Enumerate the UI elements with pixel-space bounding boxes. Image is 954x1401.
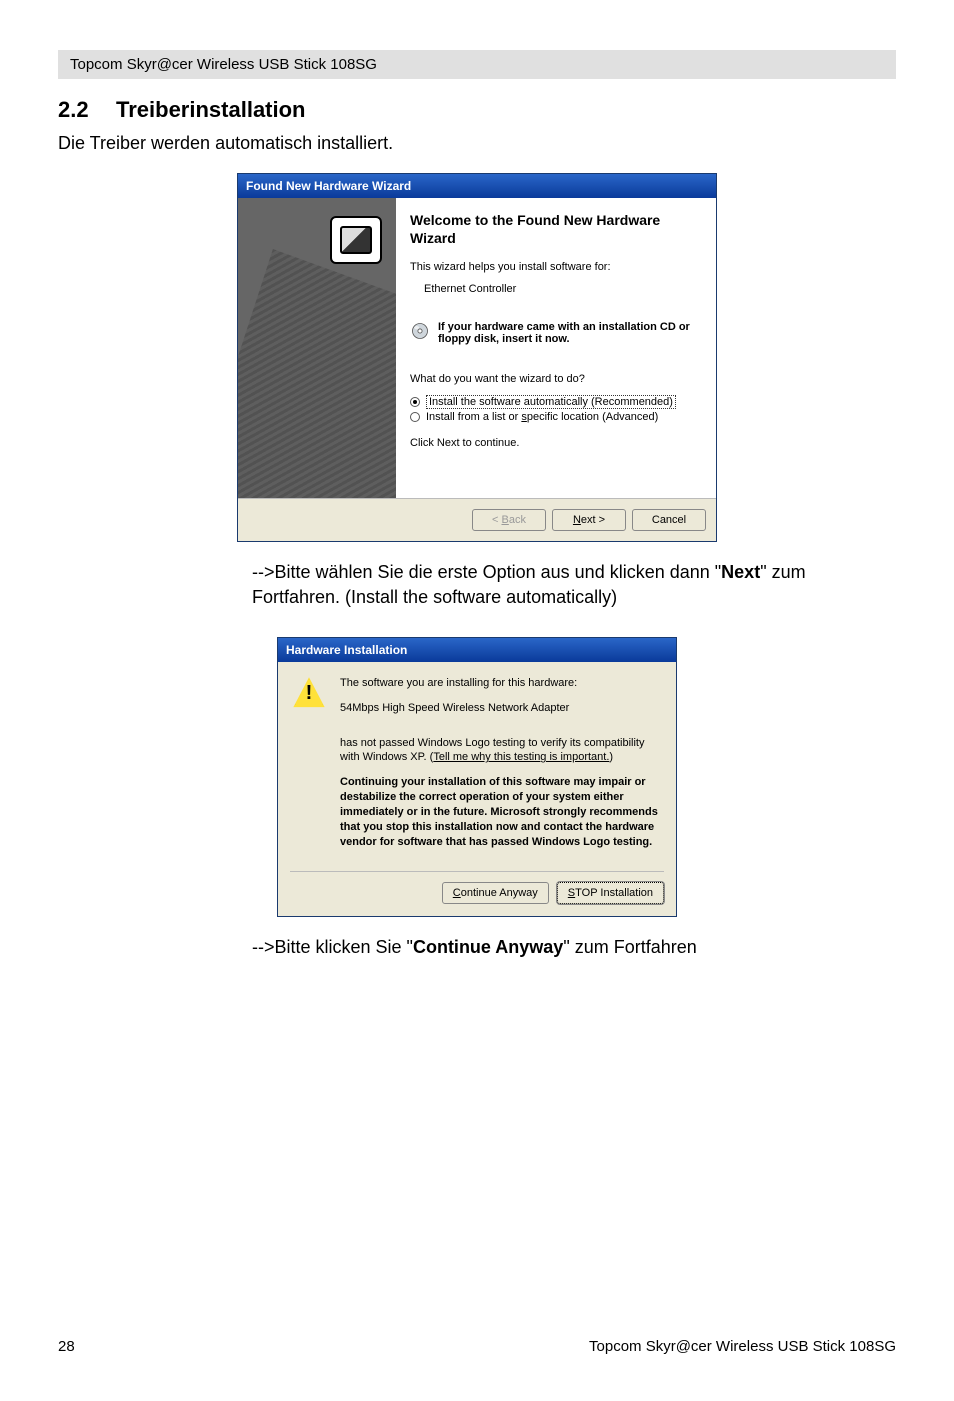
- wizard-body: Welcome to the Found New Hardware Wizard…: [238, 198, 716, 498]
- back-button: < Back: [472, 509, 546, 531]
- hardware-installation-dialog: Hardware Installation ! The software you…: [277, 637, 677, 918]
- section-number: 2.2: [58, 97, 116, 123]
- instruction-1: -->Bitte wählen Sie die erste Option aus…: [252, 560, 896, 609]
- wizard-continue-text: Click Next to continue.: [410, 437, 700, 449]
- hw-text: The software you are installing for this…: [340, 676, 662, 860]
- section-title-text: Treiberinstallation: [116, 97, 306, 122]
- radio-install-specific[interactable]: Install from a list or specific location…: [410, 411, 700, 423]
- tell-me-why-link[interactable]: Tell me why this testing is important.: [433, 751, 609, 763]
- page-footer: 28 Topcom Skyr@cer Wireless USB Stick 10…: [58, 1338, 896, 1355]
- radio-label-auto: Install the software automatically (Reco…: [426, 395, 676, 409]
- instruction-2: -->Bitte klicken Sie "Continue Anyway" z…: [252, 935, 896, 959]
- doc-header: Topcom Skyr@cer Wireless USB Stick 108SG: [58, 50, 896, 79]
- wizard-titlebar: Found New Hardware Wizard: [238, 174, 716, 198]
- wizard-helps-text: This wizard helps you install software f…: [410, 261, 700, 273]
- radio-dot-selected: [410, 397, 420, 407]
- continue-anyway-button[interactable]: Continue Anyway: [442, 882, 549, 904]
- wizard-footer: < Back Next > Cancel: [238, 498, 716, 541]
- hw-logo-test-text: has not passed Windows Logo testing to v…: [340, 736, 662, 766]
- wizard-cd-tip: If your hardware came with an installati…: [410, 321, 700, 345]
- wizard-question: What do you want the wizard to do?: [410, 373, 700, 385]
- hw-body: ! The software you are installing for th…: [278, 662, 676, 866]
- hw-titlebar: Hardware Installation: [278, 638, 676, 662]
- page-number: 28: [58, 1338, 75, 1355]
- section-heading: 2.2Treiberinstallation: [58, 97, 896, 123]
- hw-footer: Continue Anyway STOP Installation: [278, 872, 676, 916]
- hw-warning-bold: Continuing your installation of this sof…: [340, 775, 662, 849]
- wizard-side-graphic: [238, 198, 396, 498]
- radio-dot: [410, 412, 420, 422]
- found-new-hardware-wizard-dialog: Found New Hardware Wizard Welcome to the…: [237, 173, 717, 542]
- footer-product-name: Topcom Skyr@cer Wireless USB Stick 108SG: [589, 1338, 896, 1355]
- cd-icon: [410, 321, 430, 341]
- next-button[interactable]: Next >: [552, 509, 626, 531]
- hw-line1: The software you are installing for this…: [340, 676, 662, 691]
- wizard-cd-tip-text: If your hardware came with an installati…: [438, 321, 700, 345]
- wizard-heading: Welcome to the Found New Hardware Wizard: [410, 212, 700, 247]
- hw-device-name: 54Mbps High Speed Wireless Network Adapt…: [340, 701, 662, 726]
- radio-install-automatically[interactable]: Install the software automatically (Reco…: [410, 395, 700, 409]
- warning-icon: !: [292, 676, 326, 710]
- wizard-radio-group: Install the software automatically (Reco…: [410, 395, 700, 423]
- intro-text: Die Treiber werden automatisch installie…: [58, 131, 896, 155]
- stop-installation-button[interactable]: STOP Installation: [557, 882, 664, 904]
- cancel-button[interactable]: Cancel: [632, 509, 706, 531]
- side-graphic-shadow: [238, 249, 396, 498]
- hardware-icon: [330, 216, 382, 264]
- wizard-device-name: Ethernet Controller: [410, 283, 700, 295]
- wizard-content: Welcome to the Found New Hardware Wizard…: [396, 198, 716, 498]
- radio-label-specific: Install from a list or specific location…: [426, 411, 658, 423]
